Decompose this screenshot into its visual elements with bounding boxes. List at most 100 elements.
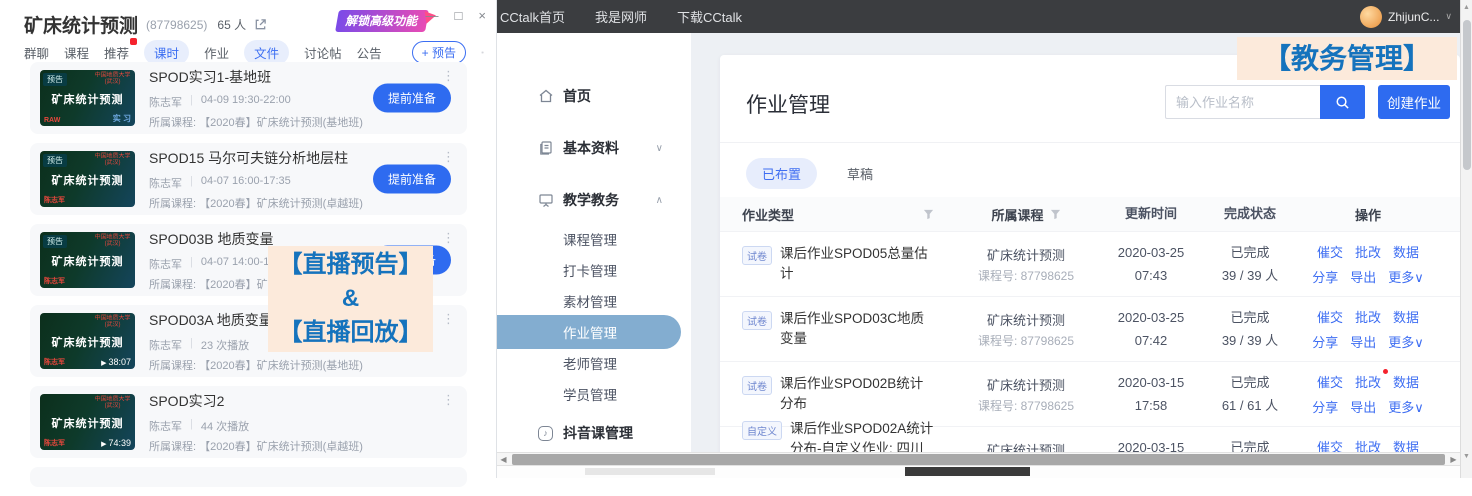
grade-link[interactable]: 批改 bbox=[1355, 307, 1381, 326]
tab-recommend[interactable]: 推荐 bbox=[104, 43, 129, 62]
thumb-title: 矿床统计预测 bbox=[40, 334, 135, 350]
duration-value: 38:07 bbox=[108, 357, 131, 367]
status-cell: 已完成 61 / 61 人 bbox=[1202, 373, 1298, 415]
kebab-menu-icon[interactable]: ⋮ bbox=[442, 311, 455, 327]
create-homework-button[interactable]: 创建作业 bbox=[1378, 85, 1450, 119]
kebab-menu-icon[interactable]: ⋮ bbox=[442, 68, 455, 84]
export-link[interactable]: 导出 bbox=[1350, 397, 1376, 416]
homework-title[interactable]: 课后作业SPOD02B统计分布 bbox=[780, 374, 934, 415]
scroll-left-icon[interactable]: ◀ bbox=[497, 455, 510, 464]
lesson-card[interactable]: 预告 中国地质大学(武汉) 矿床统计预测 陈志军 SPOD15 马尔可夫链分析地… bbox=[30, 143, 467, 215]
nav-cctalk-home[interactable]: CCtalk首页 bbox=[500, 7, 565, 26]
meta-separator: | bbox=[190, 337, 193, 353]
share-link[interactable]: 分享 bbox=[1312, 397, 1338, 416]
thumb-title: 矿床统计预测 bbox=[40, 415, 135, 431]
gear-icon[interactable] bbox=[481, 44, 484, 61]
prepare-button[interactable]: 提前准备 bbox=[373, 84, 451, 113]
actions-cell: 催交 批改 数据 分享 导出 更多∨ bbox=[1298, 372, 1438, 416]
sidebar-item-teaching[interactable]: 教学教务 ∧ bbox=[497, 182, 691, 218]
horizontal-scrollbar[interactable]: ◀ ▶ bbox=[497, 452, 1460, 466]
grade-link[interactable]: 批改 bbox=[1355, 242, 1381, 261]
sidebar-item-home[interactable]: 首页 bbox=[497, 78, 691, 114]
lesson-card[interactable]: 预告 中国地质大学(武汉) 矿床统计预测 RAW 实 习 SPOD实习1-基地班… bbox=[30, 62, 467, 134]
lesson-card[interactable]: 中国地质大学(武汉) 矿床统计预测 陈志军 ▶74:39 SPOD实习2 陈志军… bbox=[30, 386, 467, 458]
username: ZhijunC... bbox=[1388, 10, 1439, 24]
thumb-footer-right: 实 习 bbox=[113, 113, 131, 124]
homework-title[interactable]: 课后作业SPOD05总量估计 bbox=[780, 244, 934, 285]
data-link[interactable]: 数据 bbox=[1393, 242, 1419, 261]
sidebar-item-basic-info[interactable]: 基本资料 ∨ bbox=[497, 130, 691, 166]
more-link[interactable]: 更多∨ bbox=[1388, 397, 1424, 416]
nav-download[interactable]: 下载CCtalk bbox=[677, 7, 742, 26]
kebab-menu-icon[interactable]: ⋮ bbox=[442, 230, 455, 246]
share-link[interactable]: 分享 bbox=[1312, 332, 1338, 351]
data-link[interactable]: 数据 bbox=[1393, 307, 1419, 326]
kebab-menu-icon[interactable]: ⋮ bbox=[442, 149, 455, 165]
maximize-button[interactable]: □ bbox=[455, 8, 463, 23]
search-button[interactable] bbox=[1320, 85, 1365, 119]
tab-announcement[interactable]: 公告 bbox=[357, 43, 382, 62]
scroll-up-icon[interactable]: ▲ bbox=[1461, 4, 1472, 11]
window-controls: — □ × bbox=[426, 8, 486, 23]
sidebar-item-douyin-mgmt[interactable]: ♪ 抖音课管理 bbox=[497, 415, 691, 451]
prepare-button[interactable]: 提前准备 bbox=[373, 165, 451, 194]
notification-dot bbox=[130, 38, 137, 45]
tab-homework[interactable]: 作业 bbox=[204, 43, 229, 62]
scrollbar-thumb[interactable] bbox=[1463, 20, 1471, 170]
thumb-footer: RAW 实 习 bbox=[44, 113, 131, 124]
homework-title[interactable]: 课后作业SPOD03C地质变量 bbox=[780, 309, 934, 350]
meta-separator: | bbox=[190, 94, 193, 110]
urge-link[interactable]: 催交 bbox=[1317, 372, 1343, 391]
more-link[interactable]: 更多∨ bbox=[1388, 267, 1424, 286]
sidebar-item-homework-mgmt[interactable]: 作业管理 bbox=[497, 315, 681, 349]
more-link[interactable]: 更多∨ bbox=[1388, 332, 1424, 351]
kebab-menu-icon[interactable]: ⋮ bbox=[442, 392, 455, 408]
sidebar-label: 教学教务 bbox=[563, 190, 619, 210]
course-name: 矿床统计预测 bbox=[952, 375, 1100, 394]
divider bbox=[720, 142, 1460, 143]
share-link[interactable]: 分享 bbox=[1312, 267, 1338, 286]
lesson-card-partial[interactable] bbox=[30, 467, 467, 487]
minimize-button[interactable]: — bbox=[426, 8, 439, 23]
table-row: 试卷 课后作业SPOD03C地质变量 矿床统计预测 课程号: 87798625 … bbox=[720, 296, 1460, 361]
add-forecast-button[interactable]: + 预告 bbox=[412, 41, 466, 64]
export-link[interactable]: 导出 bbox=[1350, 267, 1376, 286]
chevron-down-icon: ∨ bbox=[656, 143, 663, 154]
urge-link[interactable]: 催交 bbox=[1317, 242, 1343, 261]
tab-forum[interactable]: 讨论帖 bbox=[304, 43, 342, 62]
search-input[interactable] bbox=[1165, 85, 1320, 119]
nav-teacher[interactable]: 我是网师 bbox=[595, 7, 647, 26]
filter-icon[interactable] bbox=[1050, 209, 1061, 220]
scroll-right-icon[interactable]: ▶ bbox=[1447, 455, 1460, 464]
vertical-scrollbar[interactable]: ▲ ▼ bbox=[1460, 0, 1472, 478]
grade-link[interactable]: 批改 bbox=[1355, 372, 1381, 391]
unlock-premium-badge[interactable]: 解锁高级功能 bbox=[335, 10, 429, 32]
sidebar-item-teacher-mgmt[interactable]: 老师管理 bbox=[497, 346, 681, 380]
thumb-university: 中国地质大学(武汉) bbox=[92, 234, 133, 248]
sidebar-item-checkin-mgmt[interactable]: 打卡管理 bbox=[497, 253, 681, 287]
course-name: 矿床统计预测 bbox=[952, 245, 1100, 264]
scrollbar-thumb[interactable] bbox=[512, 454, 1445, 465]
export-link[interactable]: 导出 bbox=[1350, 332, 1376, 351]
tab-draft[interactable]: 草稿 bbox=[847, 164, 873, 183]
user-menu[interactable]: ZhijunC... ∨ bbox=[1360, 6, 1452, 28]
sidebar-item-material-mgmt[interactable]: 素材管理 bbox=[497, 284, 681, 318]
avatar[interactable] bbox=[1360, 6, 1382, 28]
scroll-down-icon[interactable]: ▼ bbox=[1461, 453, 1472, 460]
play-count: 23 次播放 bbox=[201, 337, 249, 353]
close-button[interactable]: × bbox=[478, 8, 486, 23]
filter-icon[interactable] bbox=[923, 209, 934, 220]
annotation-line: 【直播预告】 bbox=[268, 248, 433, 282]
urge-link[interactable]: 催交 bbox=[1317, 307, 1343, 326]
tab-group-chat[interactable]: 群聊 bbox=[24, 43, 49, 62]
external-link-icon[interactable] bbox=[254, 18, 267, 31]
tab-assigned[interactable]: 已布置 bbox=[746, 158, 817, 189]
thumb-title: 矿床统计预测 bbox=[40, 253, 135, 269]
play-icon: ▶ bbox=[101, 360, 106, 367]
data-link[interactable]: 数据 bbox=[1393, 372, 1419, 391]
tab-courses[interactable]: 课程 bbox=[64, 43, 89, 62]
status-cell: 已完成 39 / 39 人 bbox=[1202, 243, 1298, 285]
search-group bbox=[1165, 85, 1365, 119]
sidebar-item-student-mgmt[interactable]: 学员管理 bbox=[497, 377, 681, 411]
sidebar-item-course-mgmt[interactable]: 课程管理 bbox=[497, 222, 681, 256]
